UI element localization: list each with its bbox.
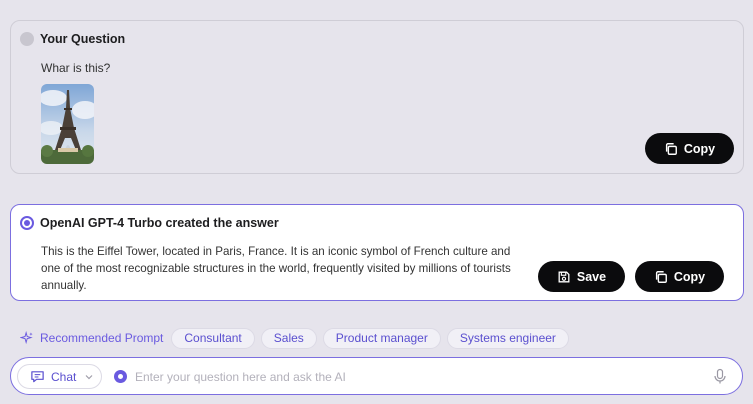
answer-heading: OpenAI GPT-4 Turbo created the answer: [40, 216, 279, 230]
question-image[interactable]: [41, 84, 94, 164]
eiffel-tower-image: [41, 84, 94, 164]
answer-header: OpenAI GPT-4 Turbo created the answer: [20, 216, 279, 230]
chat-bubble-icon: [31, 371, 44, 383]
copy-icon: [655, 270, 667, 283]
save-answer-button[interactable]: Save: [538, 261, 625, 292]
copy-icon: [665, 142, 677, 155]
user-avatar-icon: [20, 32, 34, 46]
ai-model-indicator-icon: [114, 370, 127, 383]
prompt-chip-product-manager[interactable]: Product manager: [322, 327, 441, 349]
answer-card: OpenAI GPT-4 Turbo created the answer Th…: [10, 204, 744, 301]
chat-input-bar: Chat: [10, 357, 743, 395]
chat-mode-label: Chat: [51, 369, 77, 384]
sparkle-icon: [20, 331, 33, 345]
prompt-chip-sales[interactable]: Sales: [260, 327, 317, 349]
save-label: Save: [576, 269, 607, 284]
save-icon: [558, 271, 570, 282]
answer-text: This is the Eiffel Tower, located in Par…: [41, 245, 511, 292]
ai-indicator-icon: [20, 216, 34, 230]
prompt-chip-systems-engineer[interactable]: Systems engineer: [446, 327, 569, 349]
question-card: Your Question Whar is this? Copy: [10, 20, 744, 174]
copy-question-button[interactable]: Copy: [645, 133, 734, 164]
chevron-down-icon: [85, 374, 93, 379]
question-input[interactable]: [135, 366, 695, 388]
question-text: Whar is this?: [41, 61, 111, 75]
copy-label: Copy: [683, 141, 716, 156]
copy-answer-button[interactable]: Copy: [635, 261, 724, 292]
microphone-icon[interactable]: [712, 368, 728, 385]
chat-mode-dropdown[interactable]: Chat: [17, 364, 102, 389]
question-heading: Your Question: [40, 32, 126, 46]
prompt-chip-consultant[interactable]: Consultant: [171, 327, 255, 349]
recommended-prompts: Recommended Prompt Consultant Sales Prod…: [20, 327, 569, 349]
copy-label: Copy: [673, 269, 706, 284]
recommended-prompt-label: Recommended Prompt: [40, 331, 164, 345]
question-header: Your Question: [20, 32, 125, 46]
